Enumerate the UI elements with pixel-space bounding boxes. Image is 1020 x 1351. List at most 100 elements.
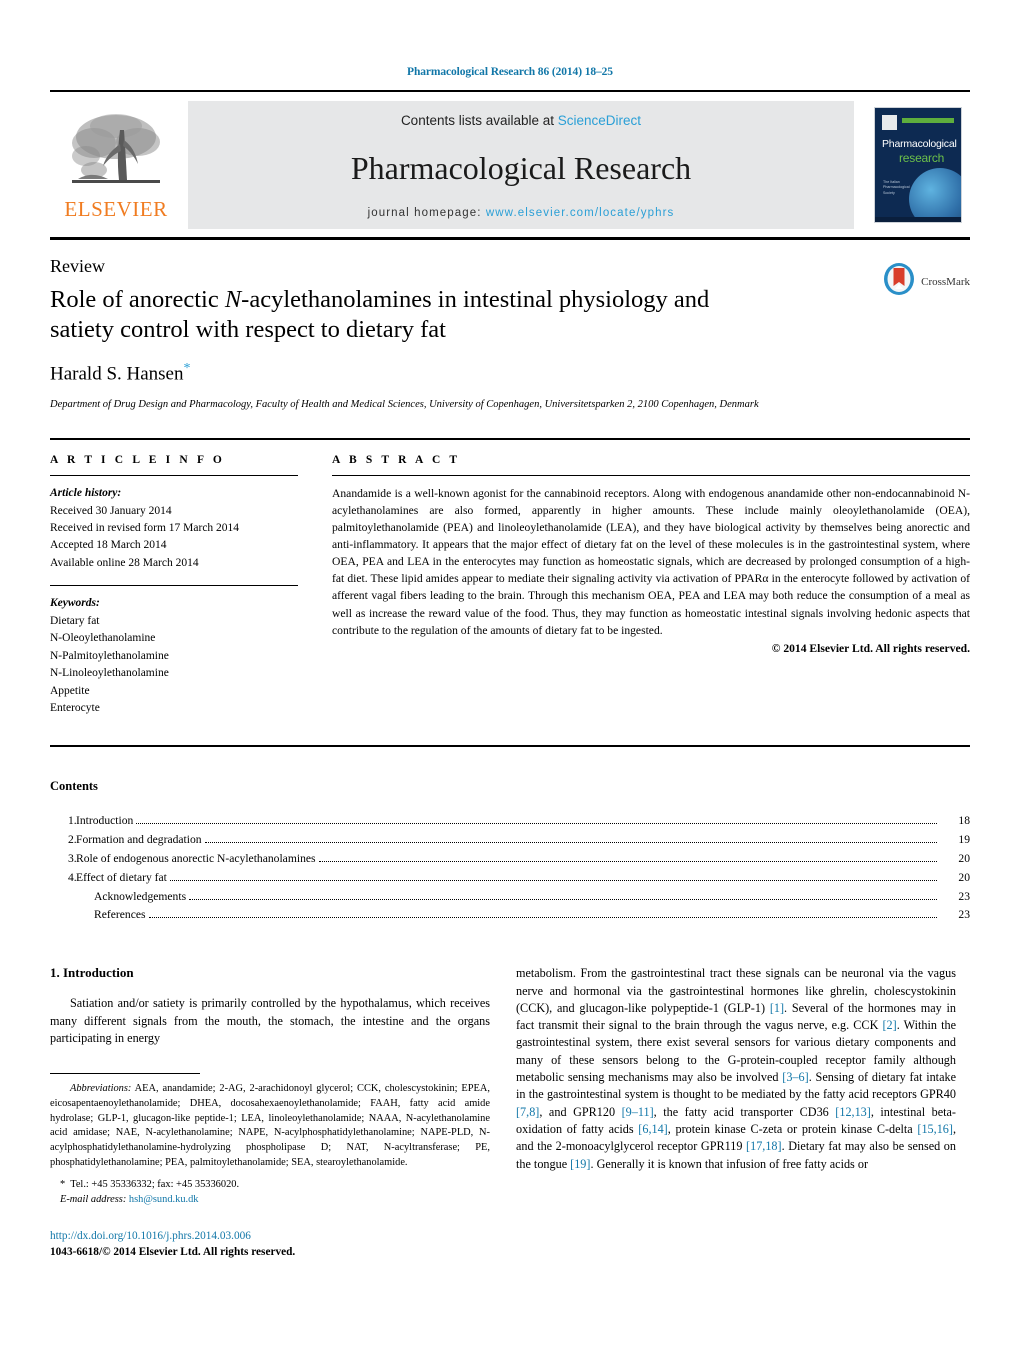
contents-available-line: Contents lists available at ScienceDirec… bbox=[401, 113, 641, 128]
toc-page-number: 18 bbox=[958, 814, 970, 828]
citation-ref-3[interactable]: [3–6] bbox=[782, 1070, 808, 1084]
keywords-list: Dietary fat N-Oleoylethanolamine N-Palmi… bbox=[50, 613, 298, 718]
toc-entry[interactable]: 1. Introduction 18 bbox=[50, 812, 970, 831]
toc-page-number: 19 bbox=[958, 833, 970, 847]
keyword-item: N-Linoleoylethanolamine bbox=[50, 667, 169, 680]
email-link[interactable]: hsh@sund.ku.dk bbox=[129, 1194, 199, 1205]
toc-entry[interactable]: 4. Effect of dietary fat 20 bbox=[50, 869, 970, 888]
para-run: , and GPR120 bbox=[539, 1104, 622, 1119]
abstract-text: Anandamide is a well-known agonist for t… bbox=[332, 487, 970, 637]
crossmark-label: CrossMark bbox=[921, 275, 970, 288]
citation-ref-10[interactable]: [19] bbox=[570, 1157, 590, 1171]
page-title: Role of anorectic N-acylethanolamines in… bbox=[50, 285, 770, 345]
cover-publisher-mark-icon bbox=[882, 115, 897, 130]
citation-ref-5[interactable]: [9–11] bbox=[622, 1105, 654, 1119]
keyword-item: N-Oleoylethanolamine bbox=[50, 632, 156, 645]
para-run: , protein kinase C-zeta or protein kinas… bbox=[667, 1122, 918, 1137]
article-history-label: Article history: bbox=[50, 487, 122, 500]
citation-ref-6[interactable]: [12,13] bbox=[835, 1105, 871, 1119]
body-columns: 1. Introduction Satiation and/or satiety… bbox=[50, 965, 970, 1260]
toc-label: Acknowledgements bbox=[94, 889, 187, 903]
telephone-text: Tel.: +45 35336332; fax: +45 35336020. bbox=[70, 1178, 240, 1190]
toc-label: Introduction bbox=[76, 814, 134, 828]
abstract-copyright: © 2014 Elsevier Ltd. All rights reserved… bbox=[771, 641, 970, 655]
intro-paragraph-left: Satiation and/or satiety is primarily co… bbox=[50, 996, 490, 1045]
divider-keywords bbox=[50, 585, 298, 587]
citation-ref-1[interactable]: [1] bbox=[770, 1001, 784, 1015]
cover-artwork-circle bbox=[909, 168, 961, 222]
cover-image: Pharmacological research The Italian Pha… bbox=[874, 107, 962, 223]
title-italic-N: N bbox=[224, 286, 242, 313]
info-abstract-section: A R T I C L E I N F O Article history: R… bbox=[50, 440, 970, 717]
toc-leader-dots bbox=[148, 917, 937, 919]
abbreviations-text: AEA, anandamide; 2-AG, 2-arachidonoyl gl… bbox=[50, 1083, 490, 1168]
toc-entry[interactable]: Acknowledgements 23 bbox=[50, 888, 970, 907]
abstract-column: A B S T R A C T Anandamide is a well-kno… bbox=[332, 454, 970, 717]
history-item: Received 30 January 2014 bbox=[50, 504, 172, 517]
toc-entry[interactable]: References 23 bbox=[50, 906, 970, 925]
article-info-heading: A R T I C L E I N F O bbox=[50, 454, 225, 467]
citation-ref-9[interactable]: [17,18] bbox=[746, 1139, 782, 1153]
toc-leader-dots bbox=[318, 861, 937, 863]
toc-number: 3. bbox=[68, 852, 77, 866]
article-page: Pharmacological Research 86 (2014) 18–25 bbox=[0, 0, 1020, 1351]
cover-title-line1: Pharmacological bbox=[882, 138, 957, 150]
cover-society-text: The Italian Pharmacological Society bbox=[883, 180, 910, 195]
elsevier-wordmark: ELSEVIER bbox=[64, 197, 168, 221]
cover-bottom-bar bbox=[875, 217, 961, 222]
author-name: Harald S. Hansen* bbox=[50, 361, 970, 385]
footnote-divider bbox=[50, 1073, 200, 1075]
toc-page-number: 23 bbox=[958, 889, 970, 903]
journal-band: Contents lists available at ScienceDirec… bbox=[188, 101, 854, 229]
journal-masthead: ELSEVIER Contents lists available at Sci… bbox=[50, 101, 970, 229]
keyword-item: Appetite bbox=[50, 684, 90, 697]
citation-ref-4[interactable]: [7,8] bbox=[516, 1105, 539, 1119]
toc-label: Role of endogenous anorectic N-acylethan… bbox=[76, 852, 316, 866]
toc-leader-dots bbox=[204, 842, 937, 844]
journal-title: Pharmacological Research bbox=[350, 149, 692, 186]
toc-page-number: 23 bbox=[958, 908, 970, 922]
issn-copyright-line: 1043-6618/© 2014 Elsevier Ltd. All right… bbox=[50, 1245, 296, 1258]
toc-label: Formation and degradation bbox=[76, 833, 202, 847]
citation-ref-7[interactable]: [6,14] bbox=[638, 1122, 667, 1136]
telephone-line: * Tel.: +45 35336332; fax: +45 35336020. bbox=[60, 1178, 240, 1190]
email-label: E-mail address: bbox=[60, 1193, 127, 1205]
toc-leader-dots bbox=[136, 823, 937, 825]
keyword-item: Enterocyte bbox=[50, 702, 100, 715]
doi-link[interactable]: http://dx.doi.org/10.1016/j.phrs.2014.03… bbox=[50, 1229, 490, 1245]
contents-prefix: Contents lists available at bbox=[400, 113, 558, 128]
elsevier-tree-icon bbox=[64, 110, 168, 198]
email-line: E-mail address: hsh@sund.ku.dk bbox=[60, 1192, 490, 1207]
keywords-label: Keywords: bbox=[50, 597, 100, 610]
title-block: Review Role of anorectic N-acylethanolam… bbox=[50, 240, 970, 412]
table-of-contents: 1. Introduction 18 2. Formation and degr… bbox=[50, 812, 970, 925]
crossmark-icon bbox=[882, 262, 916, 301]
abstract-heading: A B S T R A C T bbox=[332, 454, 461, 467]
body-column-left: 1. Introduction Satiation and/or satiety… bbox=[50, 965, 490, 1260]
history-item: Received in revised form 17 March 2014 bbox=[50, 522, 240, 535]
history-item: Available online 28 March 2014 bbox=[50, 556, 199, 569]
journal-cover-thumbnail[interactable]: Pharmacological research The Italian Pha… bbox=[866, 101, 970, 229]
homepage-url-link[interactable]: www.elsevier.com/locate/yphrs bbox=[486, 207, 675, 219]
cover-green-bar bbox=[902, 118, 954, 123]
crossmark-badge[interactable]: CrossMark bbox=[882, 262, 970, 301]
section-heading-introduction: 1. Introduction bbox=[50, 965, 134, 981]
intro-paragraph-right: metabolism. From the gastrointestinal tr… bbox=[516, 965, 956, 1173]
toc-entry[interactable]: 3. Role of endogenous anorectic N-acylet… bbox=[50, 850, 970, 869]
cover-title-line2: research bbox=[899, 151, 945, 165]
journal-homepage-line: journal homepage: www.elsevier.com/locat… bbox=[368, 207, 675, 219]
title-part1: Role of anorectic bbox=[50, 286, 225, 313]
para-run: . Generally it is known that infusion of… bbox=[590, 1156, 868, 1171]
toc-page-number: 20 bbox=[958, 870, 970, 884]
toc-entry[interactable]: 2. Formation and degradation 19 bbox=[50, 831, 970, 850]
history-item: Accepted 18 March 2014 bbox=[50, 539, 167, 552]
citation-ref-2[interactable]: [2] bbox=[882, 1018, 896, 1032]
citation-ref-8[interactable]: [15,16] bbox=[917, 1122, 953, 1136]
running-head: Pharmacological Research 86 (2014) 18–25 bbox=[407, 66, 613, 78]
body-column-right: metabolism. From the gastrointestinal tr… bbox=[516, 965, 956, 1260]
doi-footer: http://dx.doi.org/10.1016/j.phrs.2014.03… bbox=[50, 1229, 490, 1261]
sciencedirect-link[interactable]: ScienceDirect bbox=[558, 113, 641, 128]
toc-number: 2. bbox=[68, 833, 77, 847]
toc-number: 4. bbox=[68, 870, 77, 884]
corresponding-author-contact: * Tel.: +45 35336332; fax: +45 35336020.… bbox=[50, 1177, 490, 1207]
